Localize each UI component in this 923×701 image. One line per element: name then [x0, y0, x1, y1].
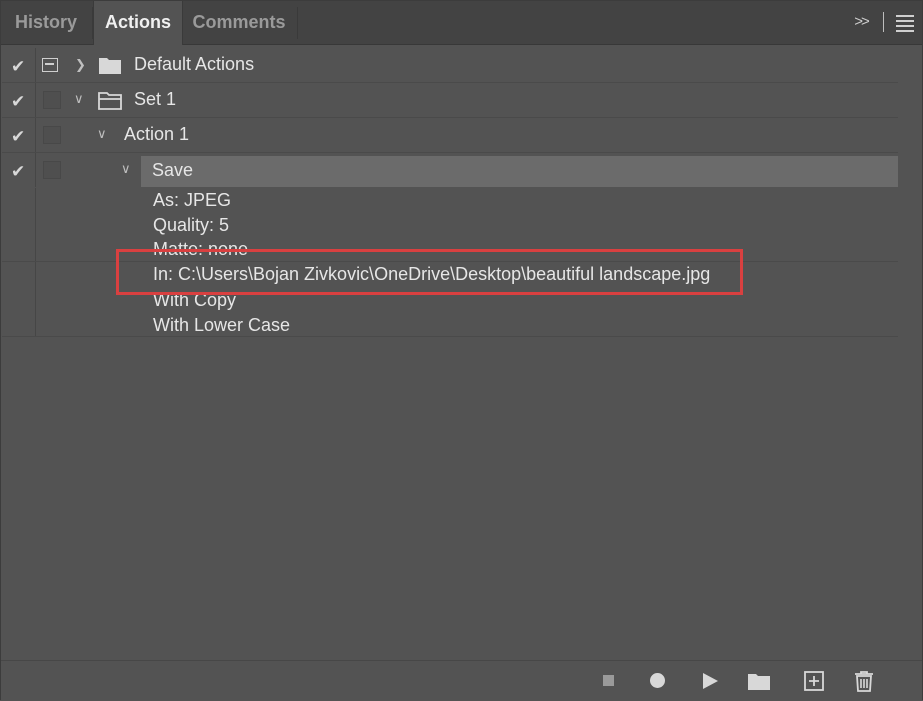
list-item-default-actions[interactable]: ✔ ❯ Default Actions: [2, 48, 898, 83]
double-chevron-right-icon[interactable]: >>: [849, 11, 873, 33]
chevron-down-icon[interactable]: ∨: [74, 91, 84, 107]
toggle-item-column: ✔: [2, 118, 36, 152]
toggle-item-column: [2, 188, 36, 337]
toggle-dialog-column: [36, 153, 67, 187]
row-divider: [2, 336, 898, 337]
tab-actions[interactable]: Actions: [93, 1, 183, 45]
toggle-item-column: ✔: [2, 48, 36, 82]
tab-history[interactable]: History: [1, 1, 91, 44]
param-format: As: JPEG: [153, 190, 232, 210]
actions-toolbar: [1, 660, 922, 701]
action-label: Action 1: [124, 124, 190, 144]
new-action-icon[interactable]: [802, 669, 826, 693]
dialog-toggle-empty[interactable]: [43, 91, 61, 109]
toggle-dialog-column: [36, 83, 67, 117]
checkmark-icon[interactable]: ✔: [11, 92, 25, 112]
list-item-action-1[interactable]: ✔ ∨ Action 1: [2, 118, 898, 153]
folder-icon: [99, 58, 121, 74]
tab-bar: History Actions Comments >>: [1, 1, 922, 45]
panel-menu-icon[interactable]: [896, 15, 914, 32]
new-set-icon[interactable]: [747, 669, 771, 693]
param-lower-case: With Lower Case: [153, 315, 291, 335]
open-folder-icon: [98, 92, 122, 110]
checkmark-icon[interactable]: ✔: [11, 57, 25, 77]
stop-icon[interactable]: [597, 669, 621, 693]
list-item-set-1[interactable]: ✔ ∨ Set 1: [2, 83, 898, 118]
checkmark-icon[interactable]: ✔: [11, 127, 25, 147]
checkmark-icon[interactable]: ✔: [11, 162, 25, 182]
toggle-item-column: ✔: [2, 83, 36, 117]
actions-panel: History Actions Comments >> ✔ ❯ Default …: [0, 0, 923, 701]
trash-icon[interactable]: [852, 669, 876, 693]
header-separator: [883, 12, 884, 32]
toggle-dialog-column: [36, 118, 67, 152]
param-quality: Quality: 5: [153, 215, 230, 235]
tab-divider: [297, 7, 298, 39]
record-icon[interactable]: [646, 669, 670, 693]
toggle-dialog-column: [36, 48, 67, 82]
chevron-down-icon[interactable]: ∨: [97, 126, 107, 142]
play-icon[interactable]: [698, 669, 722, 693]
dialog-toggle-icon[interactable]: [42, 58, 58, 72]
highlight-annotation: [116, 249, 743, 295]
command-label: Save: [152, 160, 194, 180]
chevron-down-icon[interactable]: ∨: [121, 161, 131, 177]
chevron-right-icon[interactable]: ❯: [75, 57, 86, 73]
dialog-toggle-empty[interactable]: [43, 161, 61, 179]
set-label: Default Actions: [134, 54, 255, 74]
list-item-save-command[interactable]: ✔ ∨ Save: [2, 153, 898, 187]
toggle-item-column: ✔: [2, 153, 36, 187]
set-label: Set 1: [134, 89, 177, 109]
tab-comments[interactable]: Comments: [183, 1, 295, 44]
dialog-toggle-empty[interactable]: [43, 126, 61, 144]
